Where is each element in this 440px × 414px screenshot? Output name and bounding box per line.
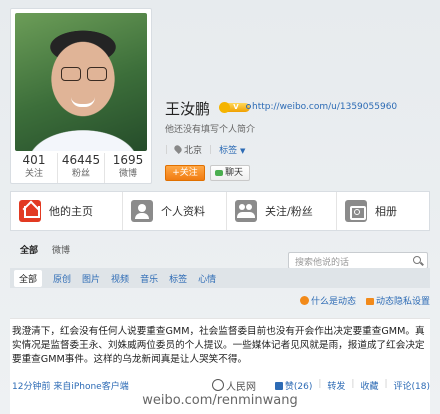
watermark-logo: 人民网 [212, 378, 256, 393]
comment-button[interactable]: 评论(18) [394, 379, 430, 392]
action-separator: | [318, 379, 322, 389]
filter-type-original[interactable]: 原创 [53, 272, 71, 285]
watermark-url: weibo.com/renminwang [142, 393, 298, 408]
like-button[interactable]: 赞(26) [274, 379, 312, 392]
action-separator: | [384, 379, 388, 389]
privacy-settings-link[interactable]: 动态隐私设置 [365, 294, 430, 307]
post-text: 我澄清下，红会没有任何人说要重查GMM，社会监督委目前也没有开会作出决定要重查G… [12, 326, 425, 365]
home-link[interactable]: http://weibo.com/u/1359055960 [252, 102, 397, 112]
action-separator: | [351, 379, 355, 389]
filter-type-tag[interactable]: 标签 [169, 272, 187, 285]
thumbs-up-icon [274, 382, 283, 390]
follow-icon [235, 200, 257, 222]
stat-following[interactable]: 401 关注 [11, 153, 58, 183]
follow-button[interactable]: +关注 [165, 165, 205, 181]
tags-dropdown[interactable]: 标签 ▼ [219, 143, 245, 156]
search-input[interactable]: 搜索他说的话 [288, 252, 428, 269]
album-icon [345, 200, 367, 222]
filter-type-music[interactable]: 音乐 [140, 272, 158, 285]
filter-all[interactable]: 全部 [20, 243, 38, 256]
profile-tabs: 他的主页 个人资料 关注/粉丝 相册 [10, 191, 430, 231]
profile-icon [131, 200, 153, 222]
filter-type-image[interactable]: 图片 [82, 272, 100, 285]
meta-separator: | [165, 144, 169, 155]
tab-profile[interactable]: 个人资料 [123, 192, 227, 230]
meta-separator: | [209, 144, 213, 155]
search-icon[interactable] [413, 256, 421, 264]
filter-type-all[interactable]: 全部 [14, 269, 43, 287]
tab-album[interactable]: 相册 [337, 192, 429, 230]
stat-posts[interactable]: 1695 微博 [105, 153, 151, 183]
filter-weibo[interactable]: 微博 [52, 243, 70, 256]
filter-type-mood[interactable]: 心情 [198, 272, 216, 285]
avatar[interactable] [15, 13, 147, 151]
profile-bio: 他还没有填写个人简介 [165, 125, 256, 135]
smile-detail [71, 97, 95, 107]
chevron-down-icon: ▼ [240, 147, 246, 155]
what-is-feed-link[interactable]: 什么是动态 [299, 294, 356, 307]
stat-followers[interactable]: 46445 粉丝 [58, 153, 105, 183]
primary-filter: 全部 微博 [20, 243, 70, 256]
profile-stats: 401 关注 46445 粉丝 1695 微博 [11, 153, 151, 183]
question-icon [299, 296, 309, 305]
home-icon [19, 200, 41, 222]
favorite-button[interactable]: 收藏 [360, 379, 378, 392]
glasses-detail [61, 67, 107, 81]
filter-type-video[interactable]: 视频 [111, 272, 129, 285]
forward-button[interactable]: 转发 [327, 379, 345, 392]
lock-icon [365, 298, 374, 305]
tab-home[interactable]: 他的主页 [11, 192, 123, 230]
profile-name: 王汝鹏 [165, 100, 211, 118]
tab-follow-fans[interactable]: 关注/粉丝 [227, 192, 337, 230]
feed-links: 什么是动态 动态隐私设置 [299, 294, 430, 307]
link-icon [246, 104, 251, 109]
profile-card: 401 关注 46445 粉丝 1695 微博 [10, 8, 152, 184]
post-time-source[interactable]: 12分钟前 来自iPhone客户端 [12, 379, 129, 392]
profile-meta: | 北京 | 标签 ▼ [165, 143, 245, 156]
chat-button[interactable]: 聊天 [210, 165, 250, 181]
secondary-filter: 全部 原创 图片 视频 音乐 标签 心情 [10, 268, 430, 288]
location-pin-icon [173, 144, 183, 154]
post-actions: 赞(26) | 转发 | 收藏 | 评论(18) [274, 379, 430, 392]
location: 北京 [173, 143, 202, 156]
